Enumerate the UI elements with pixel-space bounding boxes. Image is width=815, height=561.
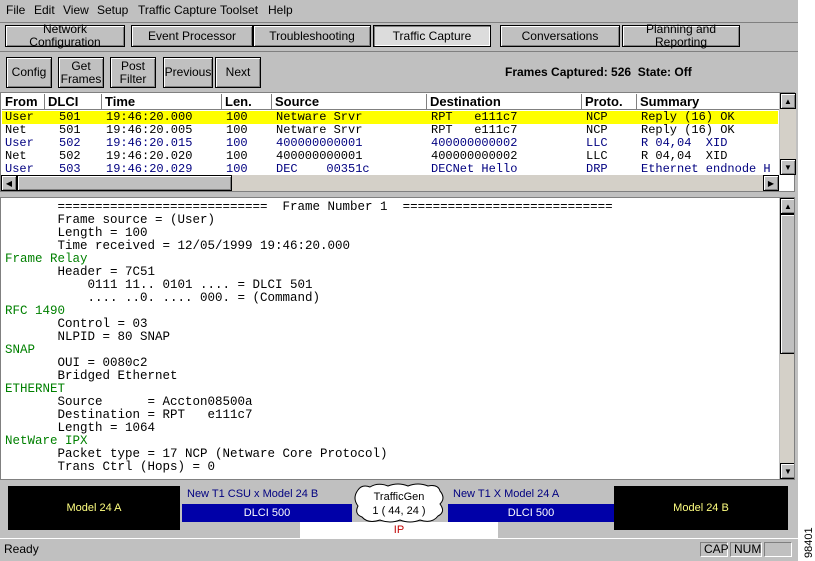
tab-conversations[interactable]: Conversations [500,25,620,47]
menu-edit[interactable]: Edit [34,3,55,17]
detail-vertical-scrollbar[interactable]: ▲ ▼ [779,198,794,479]
left-link-title: New T1 CSU x Model 24 B [187,488,319,500]
menu-help[interactable]: Help [268,3,293,17]
detail-scroll-up-arrow-icon[interactable]: ▲ [780,198,794,214]
num-indicator: NUM [730,542,762,557]
frame-list[interactable]: From DLCI Time Len. Source Destination P… [0,92,796,192]
device-b-label: Model 24 B [673,502,729,514]
center-title: TrafficGen [373,491,425,503]
tab-troubleshooting[interactable]: Troubleshooting [253,25,371,47]
caps-indicator: CAP [700,542,729,557]
menu-bar: File Edit View Setup Traffic Capture Too… [0,0,798,23]
tab-event-processor[interactable]: Event Processor [131,25,253,47]
col-summary[interactable]: Summary [637,94,779,110]
separator [0,51,798,52]
capture-status: Frames Captured: 526 State: Off [505,65,692,79]
list-vertical-scrollbar[interactable]: ▲ ▼ [779,93,796,175]
col-proto[interactable]: Proto. [582,94,637,110]
cloud-icon[interactable] [350,482,448,524]
app-window: File Edit View Setup Traffic Capture Too… [0,0,798,561]
col-len[interactable]: Len. [222,94,272,110]
frame-detail-pane[interactable]: ============================ Frame Numbe… [0,197,795,480]
detail-scroll-down-arrow-icon[interactable]: ▼ [780,463,794,479]
right-link-dlci[interactable]: DLCI 500 [448,504,614,522]
get-frames-label-2: Frames [60,71,102,86]
status-text: Ready [4,542,39,556]
detail-line: Trans Ctrl (Hops) = 0 [5,460,216,474]
scroll-down-arrow-icon[interactable]: ▼ [780,159,796,175]
horizontal-scroll-thumb[interactable] [17,175,232,191]
post-filter-button[interactable]: Post Filter [110,57,156,88]
next-button[interactable]: Next [215,57,261,88]
right-link-title: New T1 X Model 24 A [453,488,560,500]
menu-toolset[interactable]: Toolset [220,3,258,17]
status-bar: Ready CAP NUM [0,538,798,561]
menu-view[interactable]: View [63,3,89,17]
center-proto: IP [393,524,405,536]
device-a-label: Model 24 A [66,502,122,514]
previous-button[interactable]: Previous [163,57,213,88]
tab-planning-and-reporting[interactable]: Planning and Reporting [622,23,740,49]
col-time[interactable]: Time [102,94,222,110]
get-frames-button[interactable]: Get Frames [58,57,104,88]
menu-setup[interactable]: Setup [97,3,128,17]
tab-network-configuration[interactable]: Network Configuration [5,23,125,49]
post-filter-label-2: Filter [119,71,147,86]
device-model-24-b[interactable]: Model 24 B [614,486,788,530]
status-pane-empty [764,542,792,557]
menu-file[interactable]: File [6,3,25,17]
scroll-left-arrow-icon[interactable]: ◀ [1,175,17,191]
figure-number: 98401 [803,527,815,558]
menu-traffic-capture[interactable]: Traffic Capture [138,3,217,17]
post-filter-label-1: Post [120,58,145,73]
tab-traffic-capture[interactable]: Traffic Capture [373,25,491,47]
center-value: 1 ( 44, 24 ) [372,505,426,517]
topology-panel: Model 24 A New T1 CSU x Model 24 B DLCI … [0,482,798,538]
left-link-dlci[interactable]: DLCI 500 [182,504,352,522]
list-horizontal-scrollbar[interactable]: ◀ ▶ [1,175,779,191]
scroll-right-arrow-icon[interactable]: ▶ [763,175,779,191]
scroll-up-arrow-icon[interactable]: ▲ [780,93,796,109]
device-model-24-a[interactable]: Model 24 A [8,486,180,530]
detail-scroll-thumb[interactable] [780,214,794,354]
col-source[interactable]: Source [272,94,427,110]
col-destination[interactable]: Destination [427,94,582,110]
config-button[interactable]: Config [6,57,52,88]
col-from[interactable]: From [2,94,45,110]
get-frames-label-1: Get [71,58,91,73]
col-dlci[interactable]: DLCI [45,94,102,110]
